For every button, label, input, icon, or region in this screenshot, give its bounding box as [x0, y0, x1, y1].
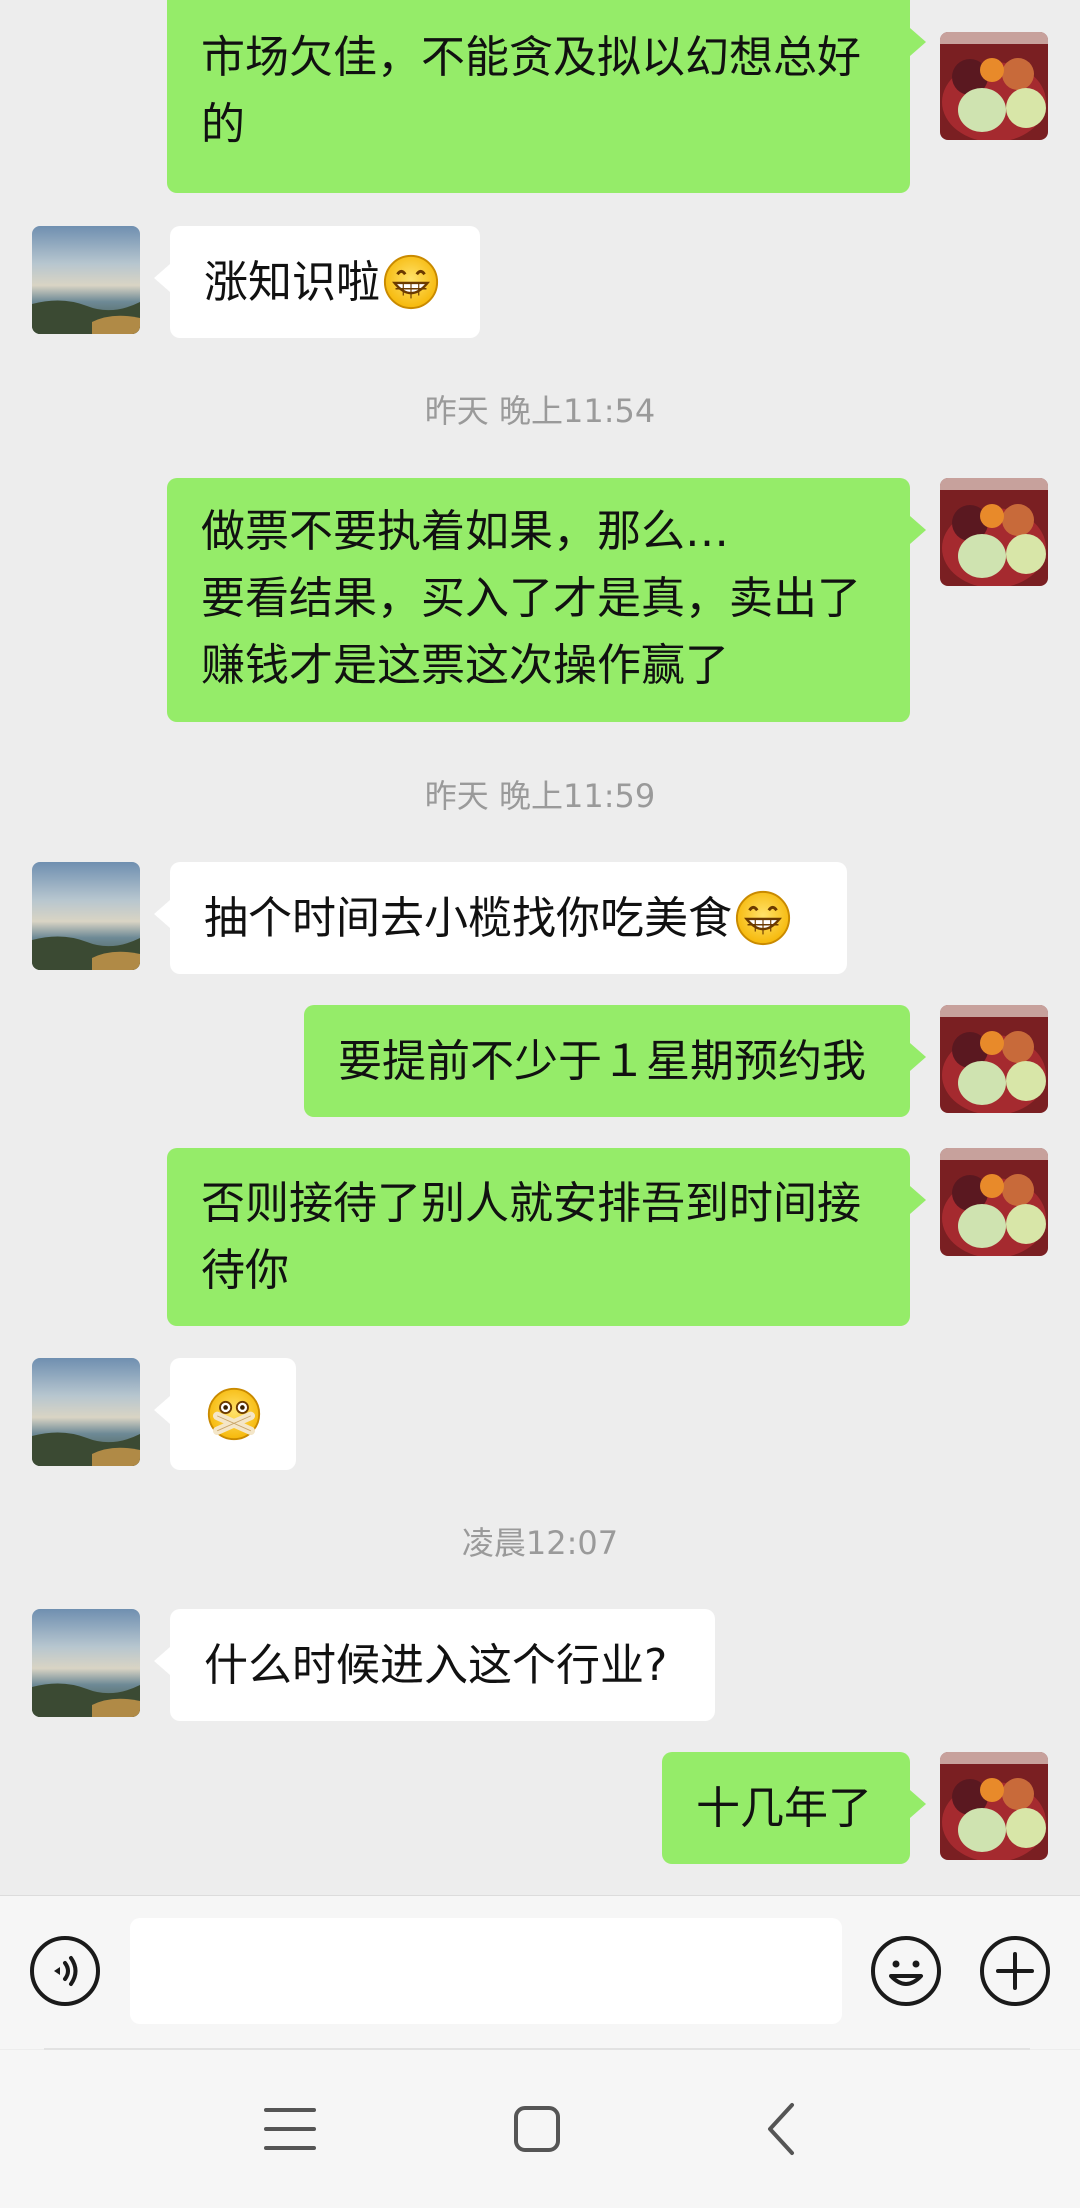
lake-landscape-avatar-image [32, 1609, 140, 1717]
message-text: 十几年了 [696, 1782, 872, 1834]
home-icon[interactable] [512, 2104, 562, 2154]
voice-icon[interactable] [28, 1934, 102, 2008]
message-bubble-outgoing[interactable]: 做票不要执着如果，那么… 要看结果，买入了才是真，卖出了 赚钱才是这票这次操作赢… [167, 478, 926, 722]
fruit-basket-avatar-image [940, 478, 1048, 586]
message-bubble-incoming[interactable]: 涨知识啦 [154, 226, 480, 338]
contact-avatar[interactable] [32, 1358, 140, 1466]
message-bubble-incoming[interactable] [154, 1358, 296, 1470]
message-text: 什么时候进入这个行业? [204, 1639, 668, 1691]
contact-avatar[interactable] [32, 226, 140, 334]
lake-landscape-avatar-image [32, 226, 140, 334]
message-bubble-outgoing[interactable]: 要提前不少于１星期预约我 [304, 1005, 926, 1117]
message-text: 要提前不少于１星期预约我 [338, 1035, 866, 1087]
message-row: 做票不要执着如果，那么… 要看结果，买入了才是真，卖出了 赚钱才是这票这次操作赢… [0, 478, 1080, 722]
message-row: 抽个时间去小榄找你吃美食 [0, 862, 1080, 974]
contact-avatar[interactable] [32, 1609, 140, 1717]
message-row: 市场欠佳，不能贪及拟以幻想总好 的 [0, 0, 1080, 195]
message-row [0, 1358, 1080, 1470]
menu-icon[interactable] [262, 2104, 318, 2154]
input-bar [0, 1895, 1080, 2049]
my-avatar[interactable] [940, 478, 1048, 586]
chat-area[interactable]: 市场欠佳，不能贪及拟以幻想总好 的 涨知识啦 昨天 晚上11:54 做票不要执着… [0, 0, 1080, 1895]
fruit-basket-avatar-image [940, 1005, 1048, 1113]
lake-landscape-avatar-image [32, 862, 140, 970]
fruit-basket-avatar-image [940, 1148, 1048, 1256]
grin-emoji [735, 890, 791, 946]
message-text: 市场欠佳，不能贪及拟以幻想总好 的 [201, 32, 861, 150]
contact-avatar[interactable] [32, 862, 140, 970]
timestamp: 昨天 晚上11:59 [424, 777, 656, 815]
emoji-icon[interactable] [869, 1934, 943, 2008]
message-input[interactable] [130, 1918, 842, 2024]
lake-landscape-avatar-image [32, 1358, 140, 1466]
message-bubble-incoming[interactable]: 抽个时间去小榄找你吃美食 [154, 862, 847, 974]
grin-emoji [383, 254, 439, 310]
fruit-basket-avatar-image [940, 1752, 1048, 1860]
timestamp: 昨天 晚上11:54 [424, 392, 656, 430]
plus-icon[interactable] [978, 1934, 1052, 2008]
message-bubble-outgoing[interactable]: 市场欠佳，不能贪及拟以幻想总好 的 [167, 0, 926, 193]
message-text: 抽个时间去小榄找你吃美食 [204, 892, 732, 944]
timestamp: 凌晨12:07 [461, 1524, 619, 1562]
message-text: 做票不要执着如果，那么… 要看结果，买入了才是真，卖出了 赚钱才是这票这次操作赢… [201, 506, 861, 691]
message-text: 涨知识啦 [204, 256, 380, 308]
message-row: 要提前不少于１星期预约我 [0, 1005, 1080, 1117]
message-row: 十几年了 [0, 1752, 1080, 1864]
my-avatar[interactable] [940, 1148, 1048, 1256]
system-nav-bar [0, 2050, 1080, 2208]
zipped-mouth-emoji [207, 1387, 261, 1441]
my-avatar[interactable] [940, 32, 1048, 140]
message-bubble-outgoing[interactable]: 否则接待了别人就安排吾到时间接 待你 [167, 1148, 926, 1326]
message-bubble-outgoing[interactable]: 十几年了 [662, 1752, 926, 1864]
message-row: 涨知识啦 [0, 226, 1080, 338]
message-text: 否则接待了别人就安排吾到时间接 待你 [201, 1178, 861, 1296]
back-icon[interactable] [762, 2100, 798, 2158]
fruit-basket-avatar-image [940, 32, 1048, 140]
my-avatar[interactable] [940, 1752, 1048, 1860]
my-avatar[interactable] [940, 1005, 1048, 1113]
message-row: 什么时候进入这个行业? [0, 1609, 1080, 1721]
message-row: 否则接待了别人就安排吾到时间接 待你 [0, 1148, 1080, 1326]
message-bubble-incoming[interactable]: 什么时候进入这个行业? [154, 1609, 715, 1721]
